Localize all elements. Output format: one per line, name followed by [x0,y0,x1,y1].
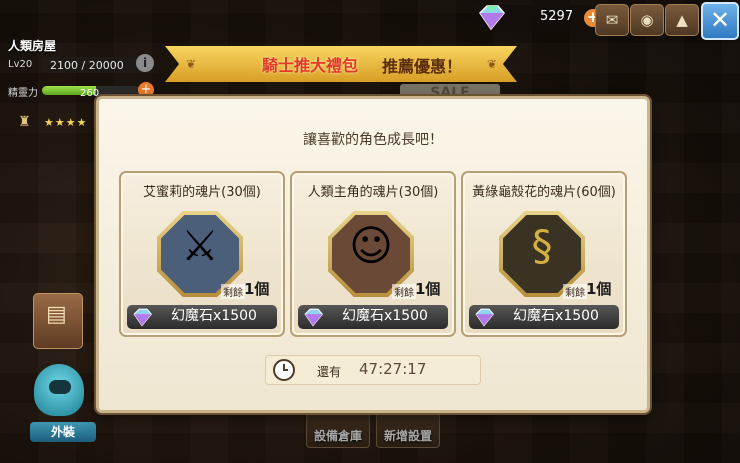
knight-helmet-icon: ⚔ [181,221,219,270]
outfit-button[interactable]: 外裝 [30,422,96,442]
info-icon[interactable]: i [136,54,154,72]
offer-card-snake[interactable]: 黃綠龜殼花的魂片(60個) § 剩餘 1個 幻魔石x1500 [461,171,627,337]
ornament-left-icon: ❦ [186,57,197,71]
remaining-label: 剩餘 [221,284,245,299]
promo-text: 推薦優惠！ [382,57,463,76]
mail-icon: ✉ [605,11,619,29]
offer-card-emily[interactable]: 艾蜜莉的魂片(30個) ⚔ 剩餘 1個 幻魔石x1500 [119,171,285,337]
heroes-icon: ☺ [349,221,393,270]
remaining-count: 1個 [415,280,441,298]
card-title: 人類主角的魂片(30個) [307,185,439,200]
ornament-right-icon: ❦ [487,57,498,71]
modal-title: 讓喜歡的角色成長吧！ [303,132,443,148]
gem-value: 5297 [540,9,574,24]
gem-icon [304,308,323,327]
rank-stars: ★★★★ [44,116,88,129]
tower-icon: ♜ [18,114,31,130]
house-name: 人類房屋 [8,39,57,53]
exp-text: 2100 / 20000 [50,59,124,72]
camera-icon: ◉ [640,11,654,29]
close-button[interactable]: ✕ [701,2,739,40]
wizard-hat-button[interactable]: ▲ [665,4,699,36]
human-heroes-portrait: ☺ [332,215,410,293]
stamina-value: 260 [80,88,100,99]
card-title: 艾蜜莉的魂片(30個) [143,185,261,200]
remaining-count: 1個 [586,280,612,298]
mail-button[interactable]: ✉ [595,4,629,36]
countdown-label: 還有 [317,365,342,379]
gem-icon [475,308,494,327]
price-text: 幻魔石x1500 [513,308,599,324]
stamina-label: 精靈力 [8,88,38,99]
price-text: 幻魔石x1500 [342,308,428,324]
snake-icon: § [531,221,553,270]
wizard-hat-icon: ▲ [676,11,688,29]
remaining-label: 剩餘 [392,284,416,299]
card-title: 黃綠龜殼花的魂片(60個) [472,185,616,200]
outfit-face [49,380,71,394]
promo-highlight: 騎士推大禮包 [262,56,359,75]
gem-icon [479,5,505,31]
remaining-count: 1個 [244,280,270,298]
growth-pack-modal: 讓喜歡的角色成長吧！ 艾蜜莉的魂片(30個) ⚔ 剩餘 1個 幻魔石x1500 … [96,96,650,413]
house-level: Lv20 [8,59,33,70]
gem-icon [133,308,152,327]
price-text: 幻魔石x1500 [171,308,257,324]
close-icon: ✕ [709,6,731,34]
camera-button[interactable]: ◉ [630,4,664,36]
snake-portrait: § [503,215,581,293]
offer-card-human-hero[interactable]: 人類主角的魂片(30個) ☺ 剩餘 1個 幻魔石x1500 [290,171,456,337]
remaining-label: 剩餘 [563,284,587,299]
countdown-value: 47:27:17 [359,360,427,378]
book-icon: ▤ [46,302,67,327]
clock-icon [273,359,295,381]
